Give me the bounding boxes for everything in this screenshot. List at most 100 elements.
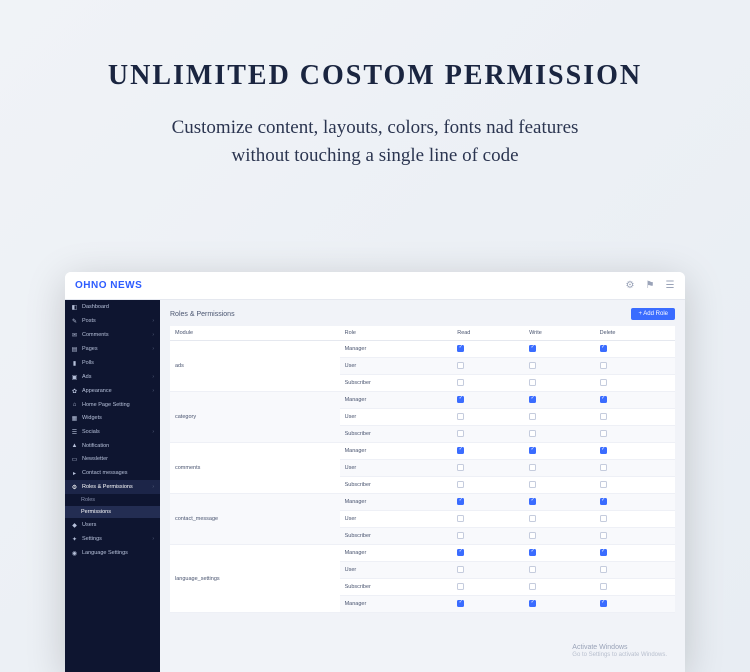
checkbox-d[interactable]: [600, 498, 607, 505]
sidebar-item-label: Widgets: [82, 415, 102, 421]
checkbox-d[interactable]: [600, 566, 607, 573]
windows-watermark: Activate Windows Go to Settings to activ…: [572, 643, 667, 660]
role-cell: Manager: [340, 443, 453, 460]
checkbox-r[interactable]: [457, 515, 464, 522]
sidebar-item-comments[interactable]: ✉Comments›: [65, 328, 160, 342]
checkbox-r[interactable]: [457, 362, 464, 369]
checkbox-w[interactable]: [529, 345, 536, 352]
checkbox-r[interactable]: [457, 583, 464, 590]
role-cell: Manager: [340, 494, 453, 511]
sidebar-item-home-page-setting[interactable]: ⌂Home Page Setting: [65, 398, 160, 411]
checkbox-w[interactable]: [529, 464, 536, 471]
checkbox-d[interactable]: [600, 464, 607, 471]
sidebar-sub-roles[interactable]: Roles: [65, 494, 160, 506]
checkbox-w[interactable]: [529, 498, 536, 505]
gear-icon[interactable]: ⚙: [625, 281, 635, 291]
role-cell: Manager: [340, 341, 453, 358]
checkbox-r[interactable]: [457, 345, 464, 352]
sidebar-item-notification[interactable]: ▲Notification: [65, 439, 160, 452]
sidebar-item-polls[interactable]: ▮Polls: [65, 356, 160, 370]
sidebar-item-ads[interactable]: ▣Ads›: [65, 370, 160, 384]
chevron-icon: ›: [152, 346, 154, 352]
table-row: language_settingsManager: [170, 545, 675, 562]
chevron-icon: ›: [152, 388, 154, 394]
sidebar-item-label: Language Settings: [82, 550, 128, 556]
checkbox-r[interactable]: [457, 481, 464, 488]
flag-icon[interactable]: ⚑: [645, 281, 655, 291]
sidebar: ◧Dashboard✎Posts›✉Comments›▤Pages›▮Polls…: [65, 300, 160, 672]
app-window: OHNO NEWS ⚙ ⚑ ☰ ◧Dashboard✎Posts›✉Commen…: [65, 272, 685, 672]
checkbox-w[interactable]: [529, 600, 536, 607]
checkbox-w[interactable]: [529, 447, 536, 454]
checkbox-d[interactable]: [600, 430, 607, 437]
checkbox-w[interactable]: [529, 583, 536, 590]
sidebar-item-label: Polls: [82, 360, 94, 366]
checkbox-d[interactable]: [600, 447, 607, 454]
checkbox-d[interactable]: [600, 481, 607, 488]
module-cell: language_settings: [170, 545, 340, 613]
checkbox-r[interactable]: [457, 549, 464, 556]
module-cell: category: [170, 392, 340, 443]
sidebar-item-posts[interactable]: ✎Posts›: [65, 314, 160, 328]
sidebar-item-label: Settings: [82, 536, 102, 542]
checkbox-d[interactable]: [600, 345, 607, 352]
checkbox-d[interactable]: [600, 549, 607, 556]
sidebar-item-pages[interactable]: ▤Pages›: [65, 342, 160, 356]
checkbox-d[interactable]: [600, 413, 607, 420]
checkbox-w[interactable]: [529, 396, 536, 403]
checkbox-w[interactable]: [529, 362, 536, 369]
sidebar-item-label: Comments: [82, 332, 109, 338]
checkbox-w[interactable]: [529, 515, 536, 522]
sidebar-item-appearance[interactable]: ✿Appearance›: [65, 384, 160, 398]
role-cell: User: [340, 562, 453, 579]
add-role-button[interactable]: + Add Role: [631, 308, 675, 320]
sidebar-item-socials[interactable]: ☰Socials›: [65, 425, 160, 439]
sidebar-item-newsletter[interactable]: ▭Newsletter: [65, 452, 160, 466]
checkbox-w[interactable]: [529, 481, 536, 488]
sidebar-item-language-settings[interactable]: ◉Language Settings: [65, 546, 160, 560]
checkbox-w[interactable]: [529, 413, 536, 420]
checkbox-r[interactable]: [457, 379, 464, 386]
topbar: OHNO NEWS ⚙ ⚑ ☰: [65, 272, 685, 300]
sidebar-item-roles-&-permissions[interactable]: ⚙Roles & Permissions›: [65, 480, 160, 494]
role-cell: Subscriber: [340, 477, 453, 494]
checkbox-d[interactable]: [600, 532, 607, 539]
checkbox-r[interactable]: [457, 464, 464, 471]
checkbox-w[interactable]: [529, 379, 536, 386]
sidebar-sub-permissions[interactable]: Permissions: [65, 506, 160, 518]
checkbox-r[interactable]: [457, 566, 464, 573]
checkbox-d[interactable]: [600, 600, 607, 607]
checkbox-d[interactable]: [600, 583, 607, 590]
checkbox-r[interactable]: [457, 498, 464, 505]
checkbox-d[interactable]: [600, 379, 607, 386]
sidebar-icon: ✿: [71, 388, 78, 395]
hero-title: UNLIMITED COSTOM PERMISSION: [50, 60, 700, 92]
sidebar-item-dashboard[interactable]: ◧Dashboard: [65, 300, 160, 314]
table-row: adsManager: [170, 341, 675, 358]
checkbox-w[interactable]: [529, 532, 536, 539]
checkbox-d[interactable]: [600, 515, 607, 522]
column-header: Read: [452, 326, 524, 341]
checkbox-w[interactable]: [529, 549, 536, 556]
checkbox-w[interactable]: [529, 430, 536, 437]
brand-logo[interactable]: OHNO NEWS: [75, 280, 142, 291]
checkbox-r[interactable]: [457, 532, 464, 539]
checkbox-r[interactable]: [457, 447, 464, 454]
avatar-icon[interactable]: ☰: [665, 281, 675, 291]
role-cell: User: [340, 409, 453, 426]
checkbox-r[interactable]: [457, 430, 464, 437]
checkbox-w[interactable]: [529, 566, 536, 573]
sidebar-icon: ◆: [71, 522, 78, 529]
checkbox-r[interactable]: [457, 600, 464, 607]
sidebar-item-contact-messages[interactable]: ▸Contact messages: [65, 466, 160, 480]
sidebar-item-users[interactable]: ◆Users: [65, 518, 160, 532]
sidebar-item-label: Pages: [82, 346, 98, 352]
checkbox-r[interactable]: [457, 396, 464, 403]
sidebar-item-widgets[interactable]: ▦Widgets: [65, 411, 160, 425]
checkbox-r[interactable]: [457, 413, 464, 420]
role-cell: Subscriber: [340, 528, 453, 545]
checkbox-d[interactable]: [600, 362, 607, 369]
sidebar-item-settings[interactable]: ✦Settings›: [65, 532, 160, 546]
page-title: Roles & Permissions: [170, 311, 235, 318]
checkbox-d[interactable]: [600, 396, 607, 403]
